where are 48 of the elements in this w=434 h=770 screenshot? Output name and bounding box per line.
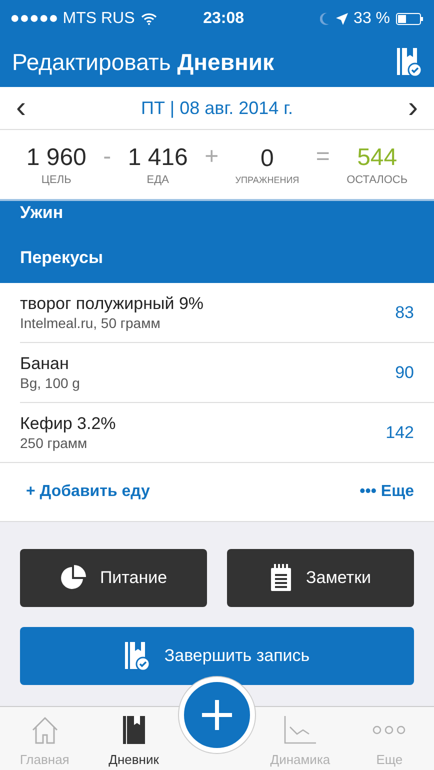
moon-icon	[320, 12, 330, 26]
plus-icon	[200, 698, 234, 732]
food-serving: 250 грамм	[20, 435, 88, 452]
wifi-icon	[140, 12, 157, 25]
calorie-label: ОСТАЛОСЬ	[346, 174, 408, 186]
battery-icon	[396, 12, 424, 25]
food-serving: Intelmeal.ru, 50 грамм	[20, 315, 162, 332]
more-link[interactable]: ••• Еще	[360, 483, 414, 502]
add-food-link[interactable]: + Добавить еду	[26, 483, 150, 502]
food-name: творог полужирный 9%	[20, 294, 205, 314]
operator-sign: +	[204, 142, 219, 171]
calorie-label: ЕДА	[146, 174, 169, 186]
calorie-value: 544	[357, 144, 398, 172]
pie-chart-icon	[60, 564, 86, 591]
line-chart-icon	[283, 715, 318, 746]
food-name: Кефир 3.2%	[20, 414, 117, 434]
operator-sign: =	[316, 142, 330, 171]
previous-day-button[interactable]: ‹	[12, 93, 30, 124]
next-day-button[interactable]: ›	[404, 93, 422, 124]
screen-title: Редактировать Дневник	[12, 48, 276, 76]
complete-entry-button[interactable]	[396, 47, 422, 78]
notepad-icon	[270, 564, 292, 592]
tab-bar-item[interactable]: Дневник	[89, 706, 178, 770]
calorie-value: 1 960	[26, 144, 86, 172]
complete-entry-button[interactable]: Завершить запись	[20, 626, 414, 685]
carrier-name: ●●●●● MTS RUS	[10, 10, 135, 28]
nutrition-button[interactable]: Питание	[20, 548, 207, 607]
food-serving: Bg, 100 g	[20, 375, 81, 392]
operator-sign: -	[103, 142, 112, 171]
diary-check-icon	[124, 640, 150, 671]
meal-section-header: Перекусы	[20, 247, 104, 270]
calorie-count: 90	[395, 362, 414, 383]
more-icon	[372, 725, 406, 736]
house-icon	[30, 715, 60, 746]
location-arrow-icon	[336, 12, 348, 25]
calorie-value: 0	[260, 144, 274, 173]
notes-button[interactable]: Заметки	[227, 548, 414, 607]
calorie-count: 142	[386, 422, 414, 443]
calorie-label: УПРАЖНЕНИЯ	[235, 174, 300, 185]
book-icon	[122, 715, 146, 746]
calorie-count: 83	[395, 302, 414, 323]
diary-check-icon	[396, 47, 422, 78]
clock-time: 23:08	[202, 10, 246, 28]
date-label[interactable]: ПТ | 08 авг. 2014 г.	[30, 98, 404, 119]
battery-percent: 33 %	[354, 10, 390, 28]
calorie-value: 1 416	[128, 144, 188, 172]
calorie-label: ЦЕЛЬ	[41, 174, 72, 186]
food-name: Банан	[20, 354, 70, 374]
